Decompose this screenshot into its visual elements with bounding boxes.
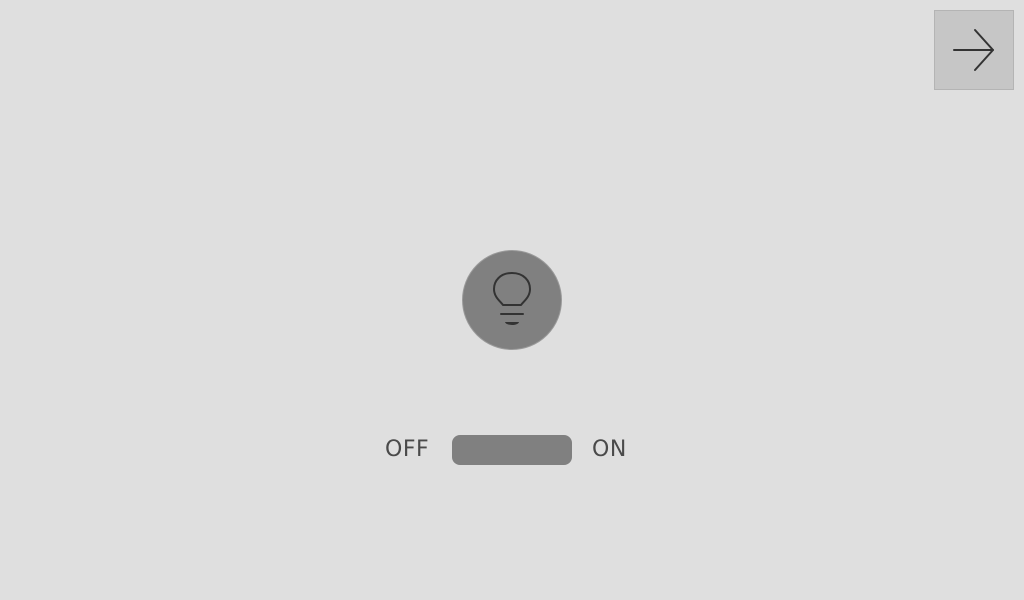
lightbulb-icon — [493, 272, 531, 325]
power-toggle-switch[interactable] — [452, 435, 572, 465]
next-button[interactable] — [934, 10, 1014, 90]
switch-off-label: OFF — [385, 437, 430, 462]
light-bulb-button[interactable] — [462, 250, 562, 350]
arrow-right-icon — [953, 29, 994, 71]
switch-on-label: ON — [592, 437, 627, 462]
power-switch-row: OFF ON — [0, 434, 1024, 466]
